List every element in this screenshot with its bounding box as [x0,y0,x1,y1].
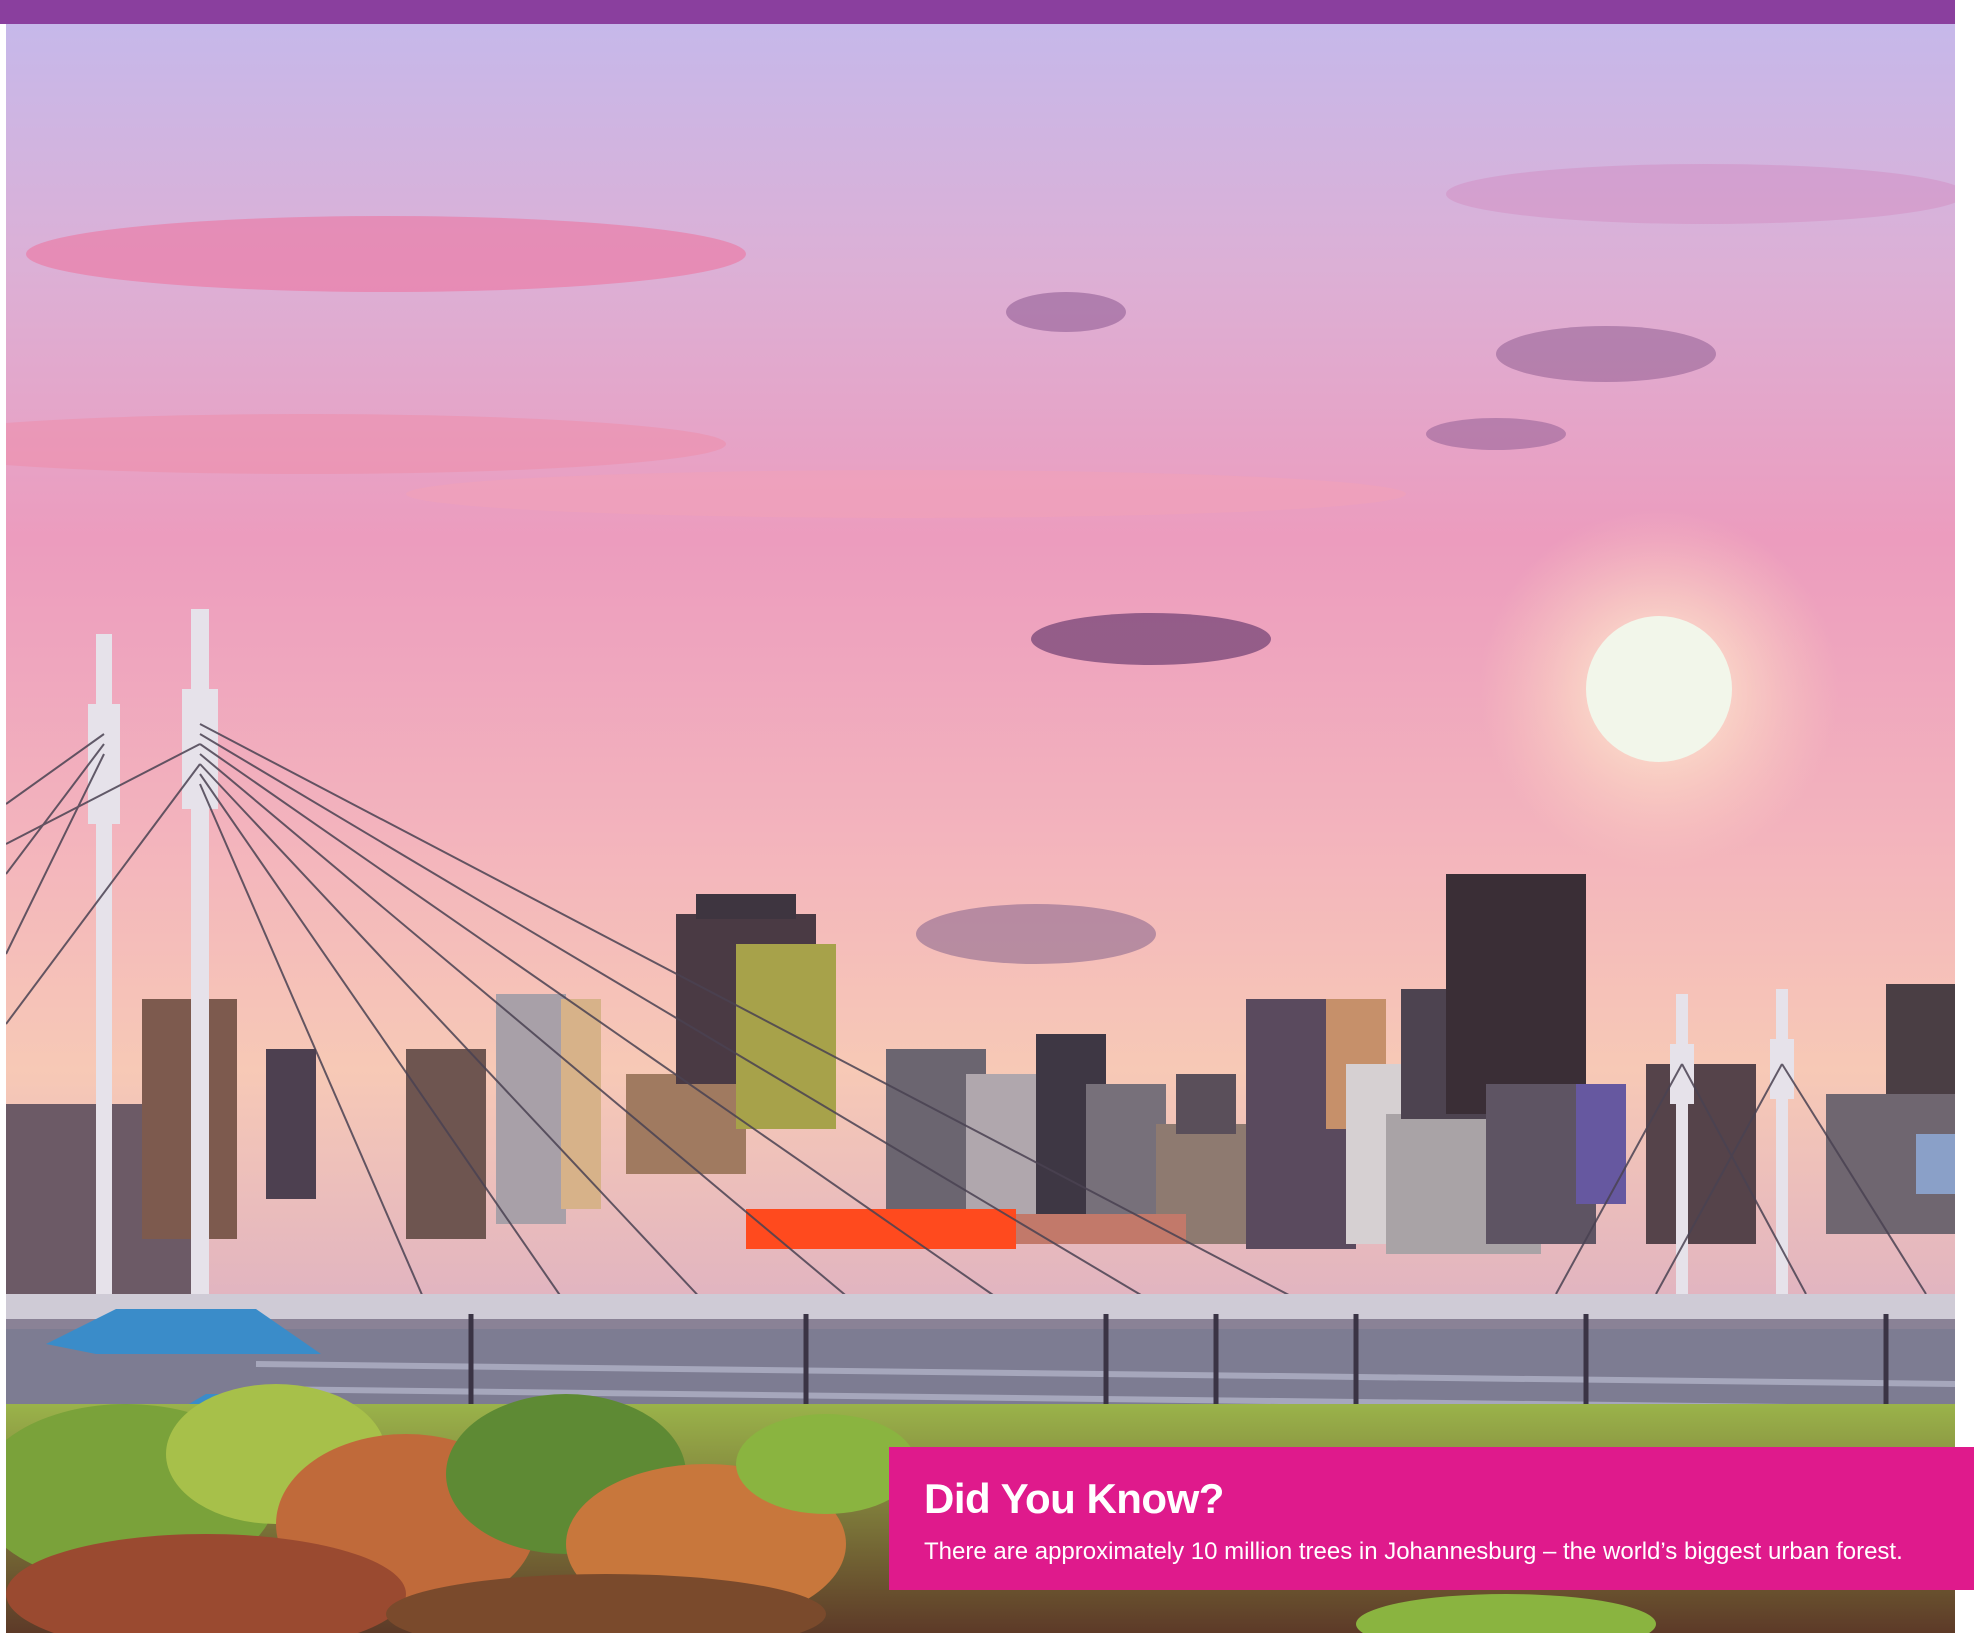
callout-body: There are approximately 10 million trees… [924,1538,1903,1565]
top-accent-bar [0,0,1955,24]
johannesburg-skyline-photo [6,24,1955,1633]
did-you-know-callout: Did You Know? There are approximately 10… [889,1447,1974,1590]
callout-title: Did You Know? [924,1475,1224,1522]
